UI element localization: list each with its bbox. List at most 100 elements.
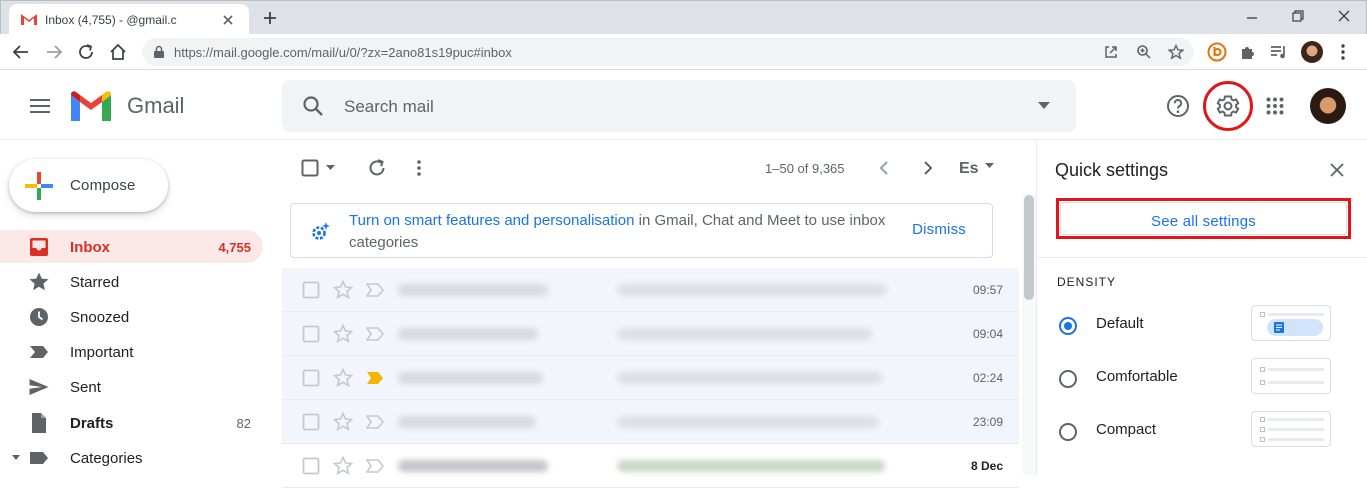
density-radio-comfortable[interactable] [1059,370,1077,388]
gmail-wordmark[interactable]: Gmail [127,93,184,119]
select-all-checkbox[interactable] [301,159,319,177]
star-toggle-icon[interactable] [333,324,353,344]
extension-b-icon[interactable] [1207,42,1227,62]
gmail-logo-icon[interactable] [71,91,111,121]
scrollbar-thumb[interactable] [1024,195,1034,300]
importance-marker-icon[interactable] [366,283,384,297]
importance-marker-icon[interactable] [366,371,384,385]
extensions-puzzle-icon[interactable] [1239,43,1257,61]
input-tools-dropdown-icon[interactable] [985,163,994,169]
forward-arrow-icon[interactable] [45,44,63,60]
older-page-chevron-icon[interactable] [923,161,933,175]
address-bar[interactable]: https://mail.google.com/mail/u/0/?zx=2an… [142,38,1194,66]
bookmark-star-icon[interactable] [1168,44,1184,60]
help-icon[interactable] [1166,94,1190,118]
home-icon[interactable] [109,43,127,61]
row-checkbox[interactable] [302,369,320,387]
search-input[interactable]: Search mail [344,97,434,117]
search-bar[interactable]: Search mail [282,80,1076,132]
sidebar-item-starred[interactable]: Starred [0,265,263,298]
media-control-icon[interactable] [1270,44,1288,60]
row-checkbox[interactable] [302,457,320,475]
row-checkbox[interactable] [302,325,320,343]
density-preview-comfortable[interactable] [1251,358,1331,394]
density-radio-compact[interactable] [1059,423,1077,441]
email-row[interactable]: 02:24 [282,356,1019,400]
minimize-window-icon[interactable] [1245,11,1259,25]
email-date: 8 Dec [970,459,1003,473]
sidebar-item-sent[interactable]: Sent [0,370,263,403]
restore-window-icon[interactable] [1291,9,1305,23]
email-row[interactable]: 8 Dec [282,444,1019,488]
newer-page-chevron-icon[interactable] [879,161,889,175]
email-row[interactable]: 23:09 [282,400,1019,444]
sidebar-item-important[interactable]: Important [0,335,263,368]
compose-button[interactable]: Compose [9,159,168,212]
density-preview-default[interactable] [1251,305,1331,341]
density-radio-default[interactable] [1059,317,1077,335]
search-options-dropdown-icon[interactable] [1038,102,1050,110]
density-option-comfortable[interactable]: Comfortable [1057,358,1347,398]
input-language-indicator[interactable]: Es [959,160,979,178]
importance-marker-icon[interactable] [366,327,384,341]
url-text: https://mail.google.com/mail/u/0/?zx=2an… [174,45,512,60]
sender-redacted [398,328,538,340]
star-toggle-icon[interactable] [333,280,353,300]
message-list-scrollbar[interactable] [1022,193,1036,475]
more-actions-icon[interactable] [416,159,422,177]
smart-features-link[interactable]: Turn on smart features and personalisati… [349,212,634,229]
see-all-settings-button[interactable]: See all settings [1060,202,1347,235]
select-dropdown-caret-icon[interactable] [326,165,335,171]
subject-redacted [617,372,882,384]
sidebar-item-inbox[interactable]: Inbox 4,755 [0,230,263,263]
open-in-app-icon[interactable] [1104,45,1118,59]
close-tab-icon[interactable] [221,13,235,27]
zoom-icon[interactable] [1136,44,1152,60]
send-icon [29,379,49,395]
row-checkbox[interactable] [302,281,320,299]
close-window-icon[interactable] [1337,9,1351,23]
star-toggle-icon[interactable] [333,368,353,388]
new-tab-icon[interactable] [262,10,278,26]
clock-icon [30,308,48,326]
sidebar-item-categories[interactable]: Categories [0,441,263,474]
quick-settings-panel: Quick settings See all settings DENSITY … [1036,141,1367,475]
browser-tab[interactable]: Inbox (4,755) - @gmail.c [9,4,249,35]
density-preview-compact[interactable] [1251,411,1331,447]
email-date: 09:04 [972,327,1003,341]
star-icon [29,272,49,291]
sender-redacted [398,416,536,428]
lock-icon[interactable] [153,45,165,59]
density-option-compact[interactable]: Compact [1057,411,1347,451]
browser-profile-avatar[interactable] [1301,41,1323,63]
importance-marker-icon[interactable] [366,415,384,429]
close-quick-settings-icon[interactable] [1330,163,1344,177]
sidebar-item-drafts[interactable]: Drafts 82 [0,406,263,439]
importance-marker-icon[interactable] [366,459,384,473]
settings-gear-icon[interactable] [1215,93,1241,119]
main-menu-icon[interactable] [29,98,51,114]
expand-categories-caret-icon[interactable] [12,455,20,461]
search-icon[interactable] [302,95,324,117]
star-toggle-icon[interactable] [333,412,353,432]
sidebar-item-snoozed[interactable]: Snoozed [0,300,263,333]
density-option-default[interactable]: Default [1057,305,1347,345]
refresh-icon[interactable] [367,158,387,178]
reload-icon[interactable] [77,43,95,61]
account-avatar[interactable] [1310,88,1346,124]
star-toggle-icon[interactable] [333,456,353,476]
important-marker-icon [30,346,48,358]
row-checkbox[interactable] [302,413,320,431]
email-row[interactable]: 09:04 [282,312,1019,356]
sidebar-item-label: Starred [70,274,120,291]
google-apps-icon[interactable] [1266,97,1284,115]
browser-menu-icon[interactable] [1340,43,1346,61]
draft-file-icon [32,413,46,433]
back-arrow-icon[interactable] [12,44,30,60]
density-option-label: Default [1096,315,1144,332]
banner-message: Turn on smart features and personalisati… [349,210,889,254]
pagination-range: 1–50 of 9,365 [765,161,845,176]
dismiss-banner-button[interactable]: Dismiss [912,221,966,238]
inbox-unread-count: 4,755 [218,240,251,255]
email-row[interactable]: 09:57 [282,268,1019,312]
